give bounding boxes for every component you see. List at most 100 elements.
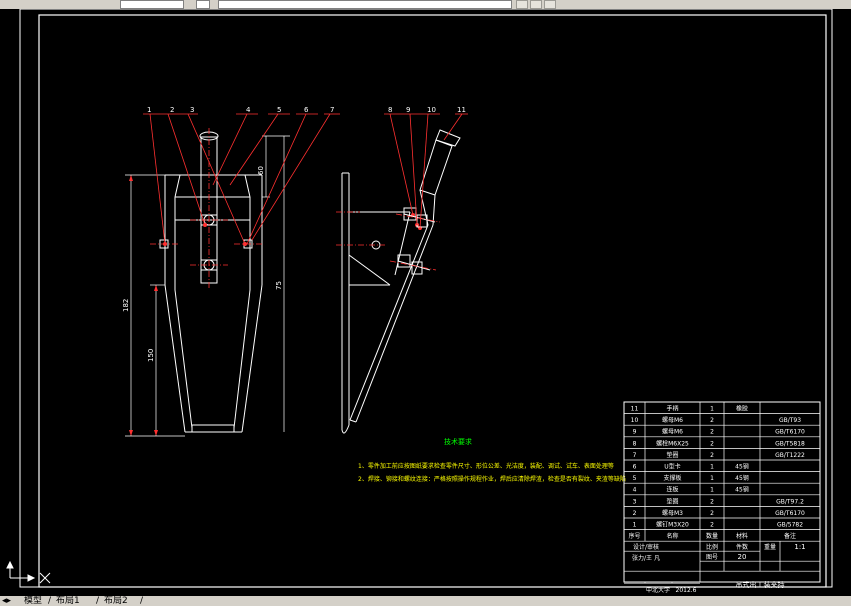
parts-list-cell: 螺母M6 [662,416,683,424]
balloon-2: 2 [170,106,174,114]
parts-list-cell: 支撑板 [663,474,681,482]
title-block-ratio-label: 比例 [706,543,718,551]
parts-list-cell: 45钢 [735,463,749,471]
toolbar-button[interactable] [544,0,556,9]
parts-list-cell: GB/T1222 [775,452,805,459]
balloon-5: 5 [277,106,281,114]
parts-list-header-cell: 序号 [628,532,640,540]
balloon-7: 7 [330,106,334,114]
tab-model[interactable]: 模型 [24,596,42,606]
parts-list-cell: 7 [633,452,637,459]
title-block-school: 中北大学 [646,586,670,594]
parts-list-cell: 1 [710,475,714,482]
leader-dots [163,213,422,246]
tech-note-2: 2、焊接、铆接和螺纹连接：严格按照操作规程作业，焊后应清除焊渣，检查是否有裂纹、… [358,475,626,483]
parts-list-cell: 1 [633,522,637,529]
ucs-icon [6,560,51,584]
balloon-1: 1 [147,106,151,114]
parts-list-cell: 螺母M6 [662,428,683,436]
dim-leg-height: 150 [147,349,155,362]
side-centerlines [336,211,441,271]
parts-list-table: 11 手柄 1 橡胶10 螺母M6 2 GB/T939 螺母M6 2 GB/T61708 螺栓M6X… [623,401,821,594]
parts-list-cell: 11 [631,406,639,413]
front-leaders [143,113,340,245]
parts-list-header-cell: 备注 [784,532,796,540]
balloon-9: 9 [406,106,410,114]
balloon-4: 4 [246,106,251,114]
toolbar-strip [0,0,851,9]
tab-separator: / [48,596,52,606]
sheet-inner-border [38,14,827,588]
parts-list-cell: GB/T5818 [775,440,805,447]
parts-list-cell: 2 [710,429,714,436]
parts-list-cell: 9 [633,429,637,436]
parts-list-cell: GB/T6170 [775,510,805,517]
dim-top-height: 60 [257,166,265,175]
title-block-design-label: 设计/审核 [633,543,659,551]
parts-list-header-cell: 数量 [706,532,718,540]
parts-list-cell: GB/T6170 [775,429,805,436]
parts-list-cell: 橡胶 [736,405,748,413]
title-block-weight-label: 重量 [764,543,776,551]
toolbar-button[interactable] [516,0,528,9]
parts-list-cell: U型卡 [664,463,680,471]
layer-dropdown[interactable] [120,0,184,9]
dim-overall-height: 182 [122,299,130,312]
title-block-sheet-label: 图号 [706,554,718,561]
parts-list-cell: 45钢 [735,486,749,494]
parts-list-cell: 45钢 [735,474,749,482]
parts-list-cell: 10 [631,417,639,424]
parts-list-cell: 1 [710,487,714,494]
layout-tab-bar: ◂▸ 模型 / 布局1 / 布局2 / [0,596,851,606]
front-view [159,131,263,433]
title-block-drawing-title: 吊式出工装夹持 [736,580,785,589]
parts-list-cell: 螺钉M3X20 [656,521,689,529]
balloon-6: 6 [304,106,309,114]
parts-list-cell: 手柄 [666,405,678,413]
front-dim-arrows [129,175,158,436]
parts-list-cell: 2 [710,417,714,424]
parts-list-cell: 6 [633,464,637,471]
side-view [341,129,461,434]
title-block-designer: 张力/王 凡 [632,554,660,562]
parts-list-cell: 螺栓M6X25 [656,439,689,447]
title-block-part-label: 件数 [736,543,748,551]
properties-dropdown[interactable] [218,0,512,9]
parts-list-header-cell: 材料 [736,532,748,540]
tab-separator: / [140,596,144,606]
parts-list-cell: 4 [633,487,637,494]
parts-list-cell: 2 [710,522,714,529]
parts-list-cell: 2 [710,440,714,447]
tech-notes-title: 技术要求 [444,437,472,446]
tab-layout2[interactable]: 布局2 [104,596,128,606]
toolbar-field[interactable] [196,0,210,9]
parts-list-cell: GB/T93 [779,417,801,424]
parts-list-cell: 垫圈 [666,497,678,505]
parts-list-cell: 连板 [666,486,678,494]
parts-list-cell: 8 [633,440,637,447]
parts-list-header-cell: 名称 [666,532,678,540]
parts-list-cell: 垫圈 [666,451,678,459]
parts-list-cell: GB/5782 [777,522,803,529]
parts-list-cell: 螺母M3 [662,509,683,517]
balloon-3: 3 [190,106,194,114]
title-block-date: 2012.6 [676,587,697,594]
parts-list-cell: 1 [710,406,714,413]
parts-list-cell: 5 [633,475,637,482]
title-block-ratio: 1:1 [794,543,805,551]
tab-separator: / [96,596,100,606]
parts-list-cell: 2 [710,452,714,459]
tab-nav-arrows[interactable]: ◂▸ [2,596,11,606]
parts-list-cell: 2 [710,498,714,505]
drawing-canvas[interactable]: 182 150 75 60 1 2 3 4 5 6 7 8 9 10 11 技术… [0,9,851,596]
parts-list-cell: 2 [633,510,637,517]
front-dimensions [125,135,290,437]
balloon-8: 8 [388,106,392,114]
balloon-11: 11 [457,106,466,114]
toolbar-button[interactable] [530,0,542,9]
tab-layout1[interactable]: 布局1 [56,596,80,606]
parts-list-cell: 1 [710,464,714,471]
tech-note-1: 1、零件加工前应按图纸要求检查零件尺寸、形位公差、光洁度，装配、调试、试车、表面… [358,462,614,470]
front-centerlines [150,128,262,290]
balloon-10: 10 [427,106,436,114]
